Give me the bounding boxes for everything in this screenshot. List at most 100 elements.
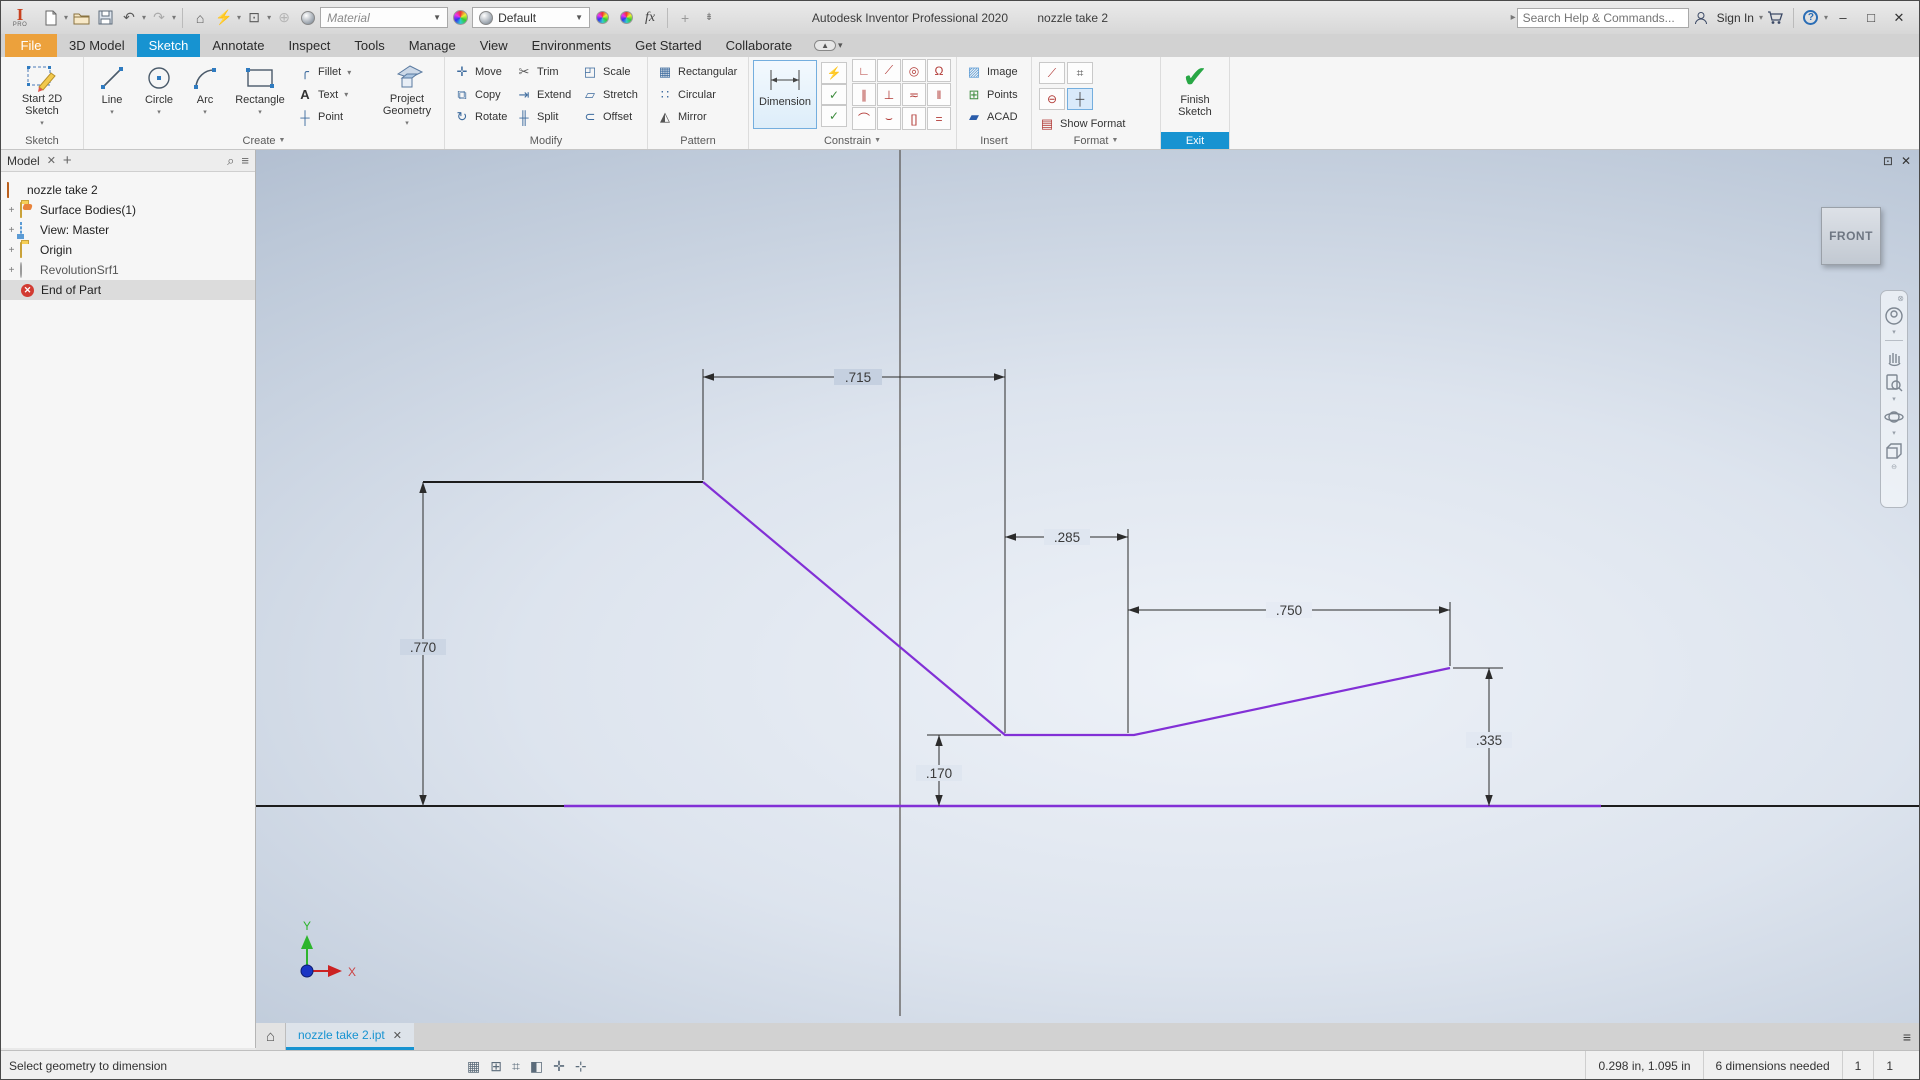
help-icon[interactable]: ?: [1800, 6, 1822, 30]
zoom-select-caret[interactable]: ▾: [267, 13, 271, 22]
browser-search-icon[interactable]: ⌕: [227, 153, 234, 169]
document-close-icon[interactable]: ✕: [1901, 154, 1911, 168]
navigation-wheel-icon[interactable]: [1884, 303, 1904, 329]
dropdown-caret[interactable]: ▾: [258, 107, 262, 119]
material-dropdown[interactable]: Material ▼: [320, 7, 449, 28]
rectangular-pattern-button[interactable]: ▦ Rectangular: [657, 62, 739, 82]
fillet-button[interactable]: ╭ Fillet ▾: [297, 62, 371, 82]
resize-grip[interactable]: [1905, 1051, 1919, 1079]
dimension-value-285[interactable]: .285: [1054, 530, 1080, 545]
finish-sketch-button[interactable]: ✔ Finish Sketch: [1166, 59, 1224, 130]
slice-graphics-icon[interactable]: ◧: [530, 1058, 543, 1075]
measure-caret[interactable]: ▾: [237, 13, 241, 22]
search-input[interactable]: [1516, 7, 1689, 28]
move-button[interactable]: ✛ Move: [454, 62, 508, 82]
redo-icon[interactable]: ↷: [148, 6, 170, 30]
home-icon[interactable]: ⌂: [189, 6, 211, 30]
point-button[interactable]: ┼ Point: [297, 107, 371, 127]
tab-inspect[interactable]: Inspect: [276, 34, 342, 57]
undo-caret[interactable]: ▾: [142, 13, 146, 22]
grid-snap-icon[interactable]: ▦: [467, 1058, 480, 1075]
store-cart-icon[interactable]: [1765, 6, 1787, 30]
customize-toolbar-icon[interactable]: ⇟: [698, 6, 720, 30]
new-file-caret[interactable]: ▾: [64, 13, 68, 22]
constraint-visibility-icon[interactable]: ✛: [553, 1058, 565, 1075]
tree-item-surface-bodies[interactable]: + Surface Bodies(1): [1, 200, 255, 220]
dropdown-caret[interactable]: ▾: [157, 107, 161, 119]
zoom-select-icon[interactable]: ⊡: [243, 6, 265, 30]
tab-environments[interactable]: Environments: [520, 34, 623, 57]
constraint-equal-icon[interactable]: =: [927, 107, 951, 130]
fillet-caret[interactable]: ▾: [347, 68, 351, 77]
color-wheel-icon[interactable]: [449, 6, 471, 30]
constraint-perpendicular-icon[interactable]: ⊥: [877, 83, 901, 106]
redo-caret[interactable]: ▾: [172, 13, 176, 22]
constraint-smooth-icon[interactable]: ⌣: [877, 107, 901, 130]
dropdown-caret[interactable]: ▾: [110, 107, 114, 119]
expand-plus-icon[interactable]: +: [7, 225, 16, 236]
quick-measure-icon[interactable]: ⚡: [213, 6, 235, 30]
navbar-close-icon[interactable]: ⊗: [1897, 294, 1904, 303]
parameters-fx-icon[interactable]: fx: [639, 6, 661, 30]
arc-button[interactable]: Arc ▾: [183, 59, 227, 130]
home-tab-button[interactable]: ⌂: [256, 1023, 286, 1050]
constraint-symmetric-icon[interactable]: []: [902, 107, 926, 130]
constraint-coincident-icon[interactable]: ∟: [852, 59, 876, 82]
browser-add-tab-icon[interactable]: +: [63, 152, 72, 169]
orbit-icon[interactable]: [1884, 404, 1904, 430]
sign-in-button[interactable]: Sign In: [1717, 11, 1754, 25]
search-expand-arrow[interactable]: ▸: [1511, 12, 1516, 23]
maximize-button[interactable]: □: [1857, 6, 1885, 30]
expand-plus-icon[interactable]: +: [7, 245, 16, 256]
tab-3d-model[interactable]: 3D Model: [57, 34, 137, 57]
panel-label-constrain[interactable]: Constrain ▼: [749, 132, 956, 149]
panel-label-create[interactable]: Create ▼: [84, 132, 444, 149]
constraint-fix-lock-icon[interactable]: Ω: [927, 59, 951, 82]
driven-dimension-button[interactable]: ⌗: [1067, 62, 1093, 84]
save-icon[interactable]: [94, 6, 116, 30]
mirror-button[interactable]: ◭ Mirror: [657, 107, 739, 127]
adjust-appearance-icon[interactable]: [591, 6, 613, 30]
close-button[interactable]: ✕: [1885, 6, 1913, 30]
trim-button[interactable]: ✂ Trim: [516, 62, 574, 82]
add-command-icon[interactable]: +: [674, 6, 696, 30]
extend-button[interactable]: ⇥ Extend: [516, 85, 574, 105]
circle-button[interactable]: Circle ▾: [135, 59, 183, 130]
dimension-value-715[interactable]: .715: [845, 370, 871, 385]
open-folder-icon[interactable]: [70, 6, 92, 30]
project-geometry-button[interactable]: Project Geometry ▾: [375, 59, 439, 130]
centerline-button[interactable]: ⊖: [1039, 88, 1065, 110]
tab-list-menu-icon[interactable]: ≡: [1895, 1023, 1919, 1050]
tab-annotate[interactable]: Annotate: [200, 34, 276, 57]
points-button[interactable]: ⊞ Points: [966, 85, 1022, 105]
text-caret[interactable]: ▾: [344, 90, 348, 99]
copy-button[interactable]: ⧉ Copy: [454, 85, 508, 105]
rectangle-button[interactable]: Rectangle ▾: [227, 59, 293, 130]
tab-get-started[interactable]: Get Started: [623, 34, 713, 57]
dropdown-caret[interactable]: ▾: [203, 107, 207, 119]
dropdown-caret[interactable]: ▾: [40, 118, 44, 130]
minimize-button[interactable]: –: [1829, 6, 1857, 30]
scale-button[interactable]: ◰ Scale: [582, 62, 638, 82]
navbar-caret[interactable]: ▾: [1892, 430, 1896, 438]
acad-button[interactable]: ▰ ACAD: [966, 107, 1022, 127]
sketch-canvas[interactable]: ⊡ ✕ .715 .285 .750 .770 .170 .335 Y X FR…: [256, 150, 1919, 1023]
zoom-icon[interactable]: [1884, 370, 1904, 396]
navbar-caret[interactable]: ▾: [1892, 329, 1896, 337]
undo-icon[interactable]: ↶: [118, 6, 140, 30]
constraint-settings-button[interactable]: ✓: [821, 105, 847, 128]
browser-tab-model[interactable]: Model: [7, 154, 40, 168]
document-tab-close-icon[interactable]: ✕: [393, 1029, 402, 1042]
dropdown-caret[interactable]: ▾: [405, 118, 409, 130]
new-file-icon[interactable]: [40, 6, 62, 30]
line-button[interactable]: Line ▾: [89, 59, 135, 130]
material-sphere-icon[interactable]: [297, 6, 319, 30]
tab-view[interactable]: View: [468, 34, 520, 57]
dimension-value-335[interactable]: .335: [1476, 733, 1502, 748]
dimension-display-icon[interactable]: ⌗: [512, 1058, 520, 1075]
constraint-tangent-icon[interactable]: ⌒: [852, 107, 876, 130]
dimension-value-770[interactable]: .770: [410, 640, 436, 655]
start-2d-sketch-button[interactable]: Start 2D Sketch ▾: [6, 59, 78, 130]
offset-button[interactable]: ⊂ Offset: [582, 107, 638, 127]
browser-menu-icon[interactable]: ≡: [241, 153, 249, 168]
